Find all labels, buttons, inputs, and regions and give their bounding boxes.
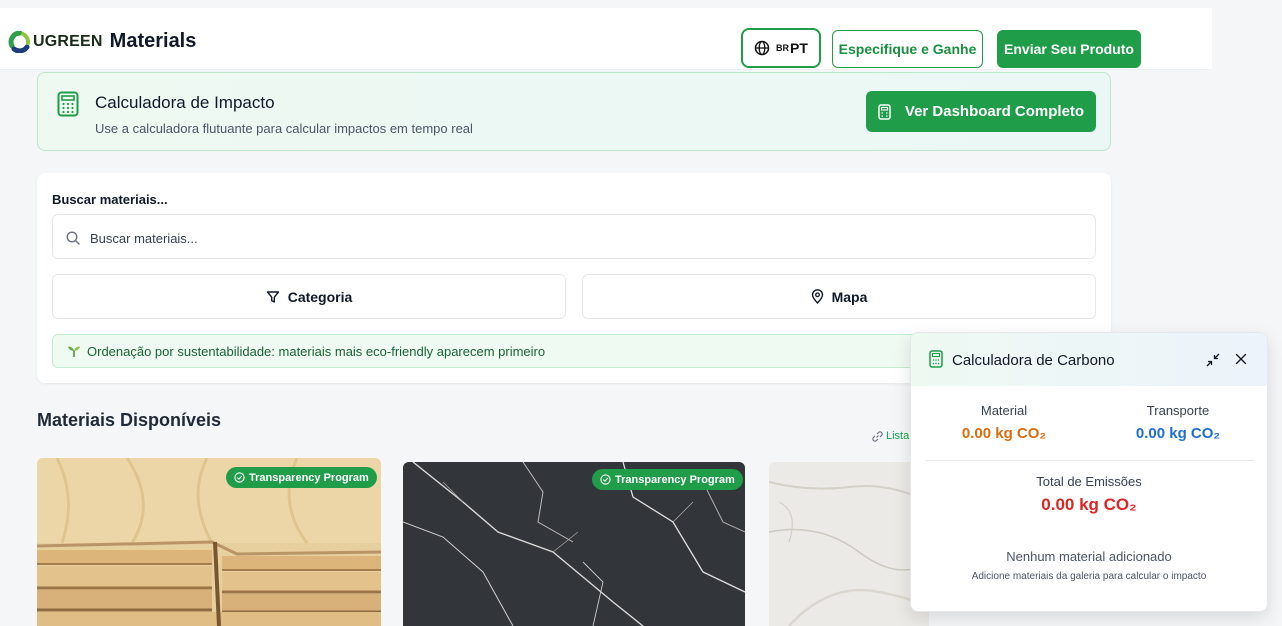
filter-icon xyxy=(266,290,279,303)
language-flag: BR xyxy=(776,43,790,53)
link-icon xyxy=(872,430,883,442)
transparency-badge: Transparency Program xyxy=(592,469,743,490)
badge-label: Transparency Program xyxy=(615,473,735,486)
check-circle-icon xyxy=(600,474,611,485)
list-view-link[interactable]: Lista xyxy=(872,430,909,442)
impact-calculator-banner: Calculadora de Impacto Use a calculadora… xyxy=(37,72,1111,151)
map-pin-icon xyxy=(811,289,823,304)
language-button[interactable]: BR PT xyxy=(741,28,821,68)
map-button[interactable]: Mapa xyxy=(582,274,1096,319)
search-icon xyxy=(66,231,80,245)
carbon-calculator-header: Calculadora de Carbono xyxy=(911,333,1267,386)
total-emission-value: 0.00 kg CO₂ xyxy=(1041,495,1137,514)
materials-section-title: Materiais Disponíveis xyxy=(37,410,222,430)
view-dashboard-label: Ver Dashboard Completo xyxy=(904,103,1085,120)
empty-state-subtitle: Adicione materiais da galeria para calcu… xyxy=(971,571,1207,582)
top-navbar: UGREEN Materials BR PT Especifique e Gan… xyxy=(0,8,1212,70)
ugreen-logo-icon xyxy=(8,30,31,53)
material-card-black-marble[interactable]: Transparency Program xyxy=(403,462,745,626)
carbon-calculator-title: Calculadora de Carbono xyxy=(952,352,1115,369)
close-icon[interactable] xyxy=(1235,353,1247,365)
search-box[interactable] xyxy=(52,214,1096,259)
calculator-icon xyxy=(878,103,891,120)
logo-brand-text: UGREEN xyxy=(33,32,103,50)
minimize-icon[interactable] xyxy=(1206,353,1220,367)
impact-subtitle: Use a calculadora flutuante para calcula… xyxy=(95,121,473,136)
calculator-icon xyxy=(57,91,79,117)
material-card-white-marble[interactable] xyxy=(769,462,929,626)
total-emission-label: Total de Emissões xyxy=(1036,474,1142,489)
impact-title: Calculadora de Impacto xyxy=(95,93,275,112)
search-label: Buscar materiais... xyxy=(52,192,168,207)
language-code: PT xyxy=(790,40,808,56)
globe-icon xyxy=(754,40,770,56)
app-name: Materials xyxy=(109,30,197,52)
map-label: Mapa xyxy=(831,288,868,305)
sort-note-text: Ordenação por sustentabilidade: materiai… xyxy=(87,343,546,359)
view-dashboard-button[interactable]: Ver Dashboard Completo xyxy=(866,91,1096,132)
white-marble-image xyxy=(769,462,929,626)
empty-state-title: Nenhum material adicionado xyxy=(1006,549,1172,564)
check-circle-icon xyxy=(234,472,245,483)
category-label: Categoria xyxy=(287,288,353,305)
category-filter-button[interactable]: Categoria xyxy=(52,274,566,319)
transport-emission-label: Transporte xyxy=(1146,403,1210,418)
badge-label: Transparency Program xyxy=(249,471,369,484)
material-card-plywood[interactable]: Transparency Program xyxy=(37,458,381,626)
transparency-badge: Transparency Program xyxy=(226,467,377,488)
carbon-calculator-panel: Calculadora de Carbono Material 0.00 kg … xyxy=(910,332,1268,612)
list-view-label: Lista xyxy=(886,430,910,442)
calculator-divider xyxy=(926,460,1254,461)
sprout-icon xyxy=(68,346,80,357)
material-emission-value: 0.00 kg CO₂ xyxy=(961,425,1047,442)
calculator-icon xyxy=(929,350,943,368)
send-product-button[interactable]: Enviar Seu Produto xyxy=(997,30,1141,68)
search-input[interactable] xyxy=(90,228,990,248)
material-emission-label: Material xyxy=(980,403,1028,418)
specify-and-earn-button[interactable]: Especifique e Ganhe xyxy=(832,30,983,68)
transport-emission-value: 0.00 kg CO₂ xyxy=(1135,425,1221,442)
logo[interactable]: UGREEN Materials xyxy=(8,30,196,53)
